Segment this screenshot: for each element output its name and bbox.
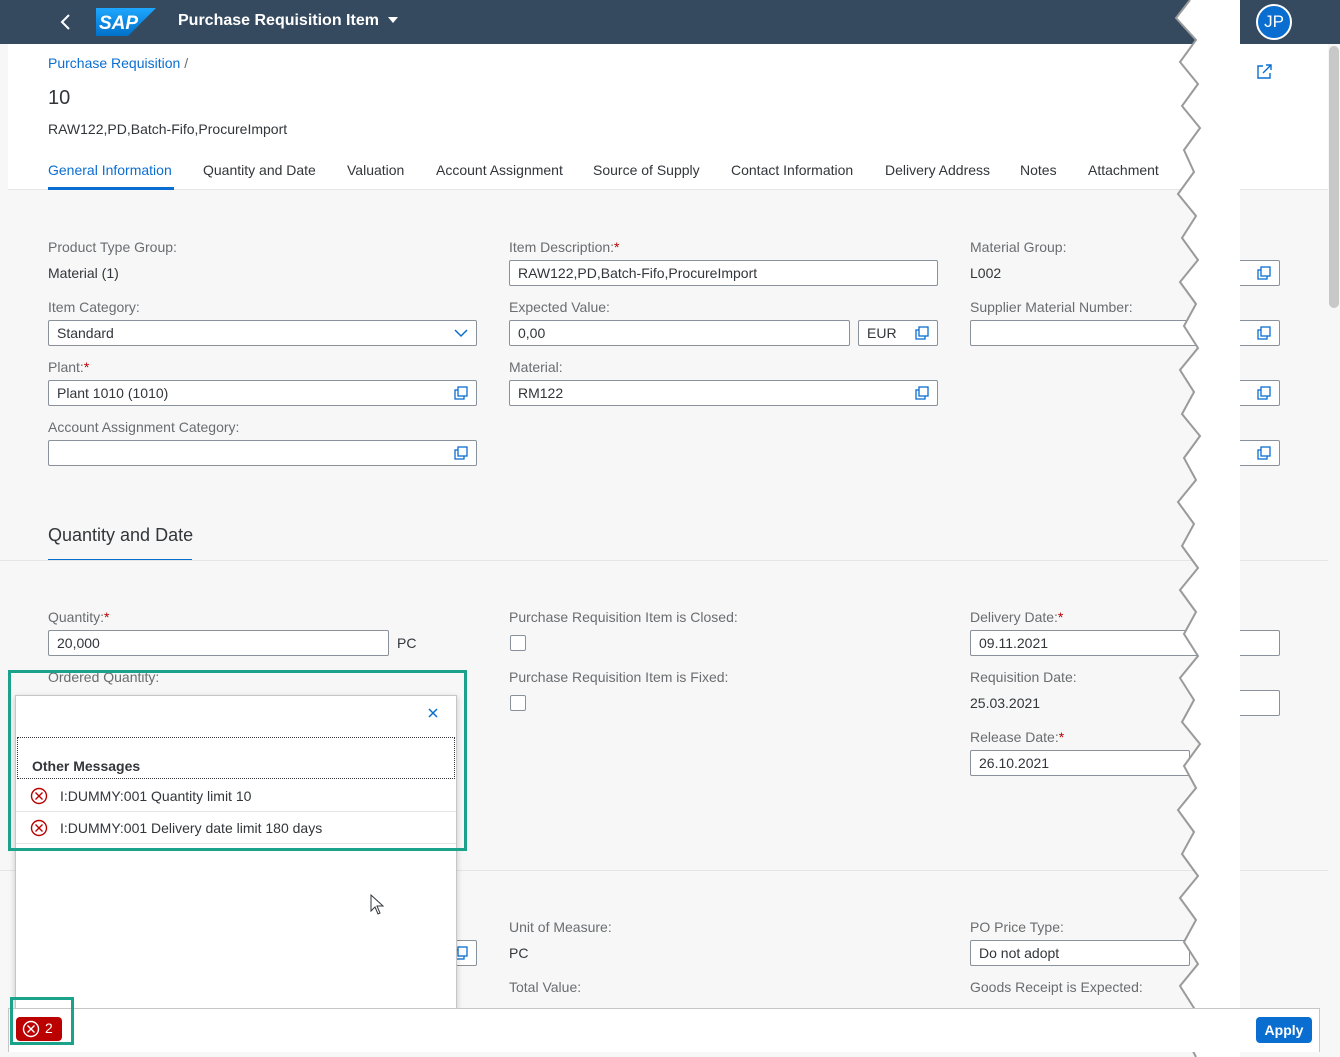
product-type-group-label: Product Type Group:: [48, 239, 177, 255]
avatar[interactable]: JP: [1256, 4, 1292, 40]
share-button[interactable]: [1255, 63, 1273, 81]
required-marker: *: [1057, 609, 1064, 625]
material-label: Material:: [509, 359, 563, 375]
footer-toolbar: [8, 1008, 1320, 1052]
chevron-down-icon: [454, 329, 468, 338]
app-title-menu[interactable]: Purchase Requisition Item: [178, 12, 399, 30]
release-date-value: 26.10.2021: [979, 755, 1050, 771]
expected-value-value: 0,00: [518, 325, 546, 341]
aac-input[interactable]: [48, 440, 477, 466]
tab-attachment[interactable]: Attachment: [1088, 162, 1159, 178]
tab-valuation[interactable]: Valuation: [347, 162, 404, 178]
closed-checkbox[interactable]: [510, 635, 526, 651]
quantity-unit: PC: [397, 635, 417, 651]
item-description-label: Item Description:*: [509, 239, 620, 255]
item-category-value: Standard: [57, 325, 114, 341]
sap-logo-icon: SAP: [96, 8, 156, 36]
highlight-box: [10, 997, 74, 1045]
po-price-type-value: Do not adopt: [979, 945, 1060, 961]
object-subtitle: RAW122,PD,Batch-Fifo,ProcureImport: [48, 121, 288, 137]
uom-label: Unit of Measure:: [509, 919, 612, 935]
tab-account-assignment[interactable]: Account Assignment: [436, 162, 563, 178]
release-date-input[interactable]: 26.10.2021: [970, 750, 1190, 776]
required-marker: *: [83, 359, 90, 375]
scrollbar-thumb[interactable]: [1329, 46, 1339, 308]
breadcrumb-link[interactable]: Purchase Requisition: [48, 55, 180, 71]
object-title: 10: [48, 87, 71, 109]
value-help-icon: [1257, 446, 1271, 460]
delivery-date-label: Delivery Date:*: [970, 609, 1064, 625]
value-help-icon: [915, 386, 929, 400]
sap-logo[interactable]: SAP: [96, 8, 156, 36]
expected-value-label: Expected Value:: [509, 299, 610, 315]
item-category-label: Item Category:: [48, 299, 140, 315]
section-divider: [0, 560, 1328, 561]
total-value-label: Total Value:: [509, 979, 582, 995]
svg-text:SAP: SAP: [99, 13, 138, 34]
quantity-input[interactable]: 20,000: [48, 630, 389, 656]
torn-edge-decoration: [1174, 0, 1240, 1057]
tab-general-information[interactable]: General Information: [48, 162, 172, 178]
requisition-date-label: Requisition Date:: [970, 669, 1077, 685]
value-help-icon: [915, 326, 929, 340]
fixed-label: Purchase Requisition Item is Fixed:: [509, 669, 729, 685]
required-marker: *: [614, 239, 620, 255]
required-marker: *: [1058, 729, 1065, 745]
release-date-label: Release Date:*: [970, 729, 1065, 745]
breadcrumb-separator: /: [184, 55, 189, 71]
plant-input[interactable]: Plant 1010 (1010): [48, 380, 477, 406]
tab-delivery-address[interactable]: Delivery Address: [885, 162, 990, 178]
highlight-box: [8, 670, 467, 851]
tab-notes[interactable]: Notes: [1020, 162, 1057, 178]
currency-input[interactable]: EUR: [858, 320, 938, 346]
material-group-value: L002: [970, 265, 1002, 281]
tab-source-of-supply[interactable]: Source of Supply: [593, 162, 700, 178]
gr-expected-label: Goods Receipt is Expected:: [970, 979, 1143, 995]
tab-active-indicator: [48, 187, 174, 190]
plant-value: Plant 1010 (1010): [57, 385, 169, 401]
apply-button[interactable]: Apply: [1256, 1017, 1312, 1043]
mouse-cursor-icon: [370, 894, 384, 915]
value-help-icon: [1257, 326, 1271, 340]
expected-value-input[interactable]: 0,00: [509, 320, 850, 346]
value-help-icon: [1257, 266, 1271, 280]
back-button[interactable]: [56, 10, 76, 34]
tab-contact-information[interactable]: Contact Information: [731, 162, 853, 178]
po-price-type-select[interactable]: Do not adopt: [970, 940, 1190, 966]
currency-value: EUR: [867, 325, 897, 341]
supplier-material-label: Supplier Material Number:: [970, 299, 1133, 315]
quantity-value: 20,000: [57, 635, 100, 651]
item-description-input[interactable]: RAW122,PD,Batch-Fifo,ProcureImport: [509, 260, 938, 286]
tab-quantity-and-date[interactable]: Quantity and Date: [203, 162, 316, 178]
app-title: Purchase Requisition Item: [178, 12, 379, 29]
uom-value: PC: [509, 945, 529, 961]
chevron-down-icon: [388, 17, 399, 23]
closed-label: Purchase Requisition Item is Closed:: [509, 609, 738, 625]
back-arrow-icon: [60, 14, 70, 30]
required-marker: *: [104, 609, 110, 625]
material-value: RM122: [518, 385, 564, 401]
value-help-icon: [1257, 386, 1271, 400]
product-type-group-value: Material (1): [48, 265, 119, 281]
value-help-icon: [454, 446, 468, 460]
delivery-date-value: 09.11.2021: [979, 635, 1049, 651]
plant-label: Plant:*: [48, 359, 90, 375]
fixed-checkbox[interactable]: [510, 695, 526, 711]
requisition-date-value: 25.03.2021: [970, 695, 1041, 711]
quantity-label: Quantity:*: [48, 609, 110, 625]
item-description-value: RAW122,PD,Batch-Fifo,ProcureImport: [518, 265, 758, 281]
material-group-label: Material Group:: [970, 239, 1067, 255]
item-category-select[interactable]: Standard: [48, 320, 477, 346]
material-input[interactable]: RM122: [509, 380, 938, 406]
breadcrumb: Purchase Requisition /: [48, 55, 188, 71]
section-title-quantity-and-date: Quantity and Date: [48, 525, 194, 545]
aac-label: Account Assignment Category:: [48, 419, 240, 435]
value-help-icon: [454, 386, 468, 400]
po-price-type-label: PO Price Type:: [970, 919, 1064, 935]
share-icon: [1257, 64, 1272, 79]
